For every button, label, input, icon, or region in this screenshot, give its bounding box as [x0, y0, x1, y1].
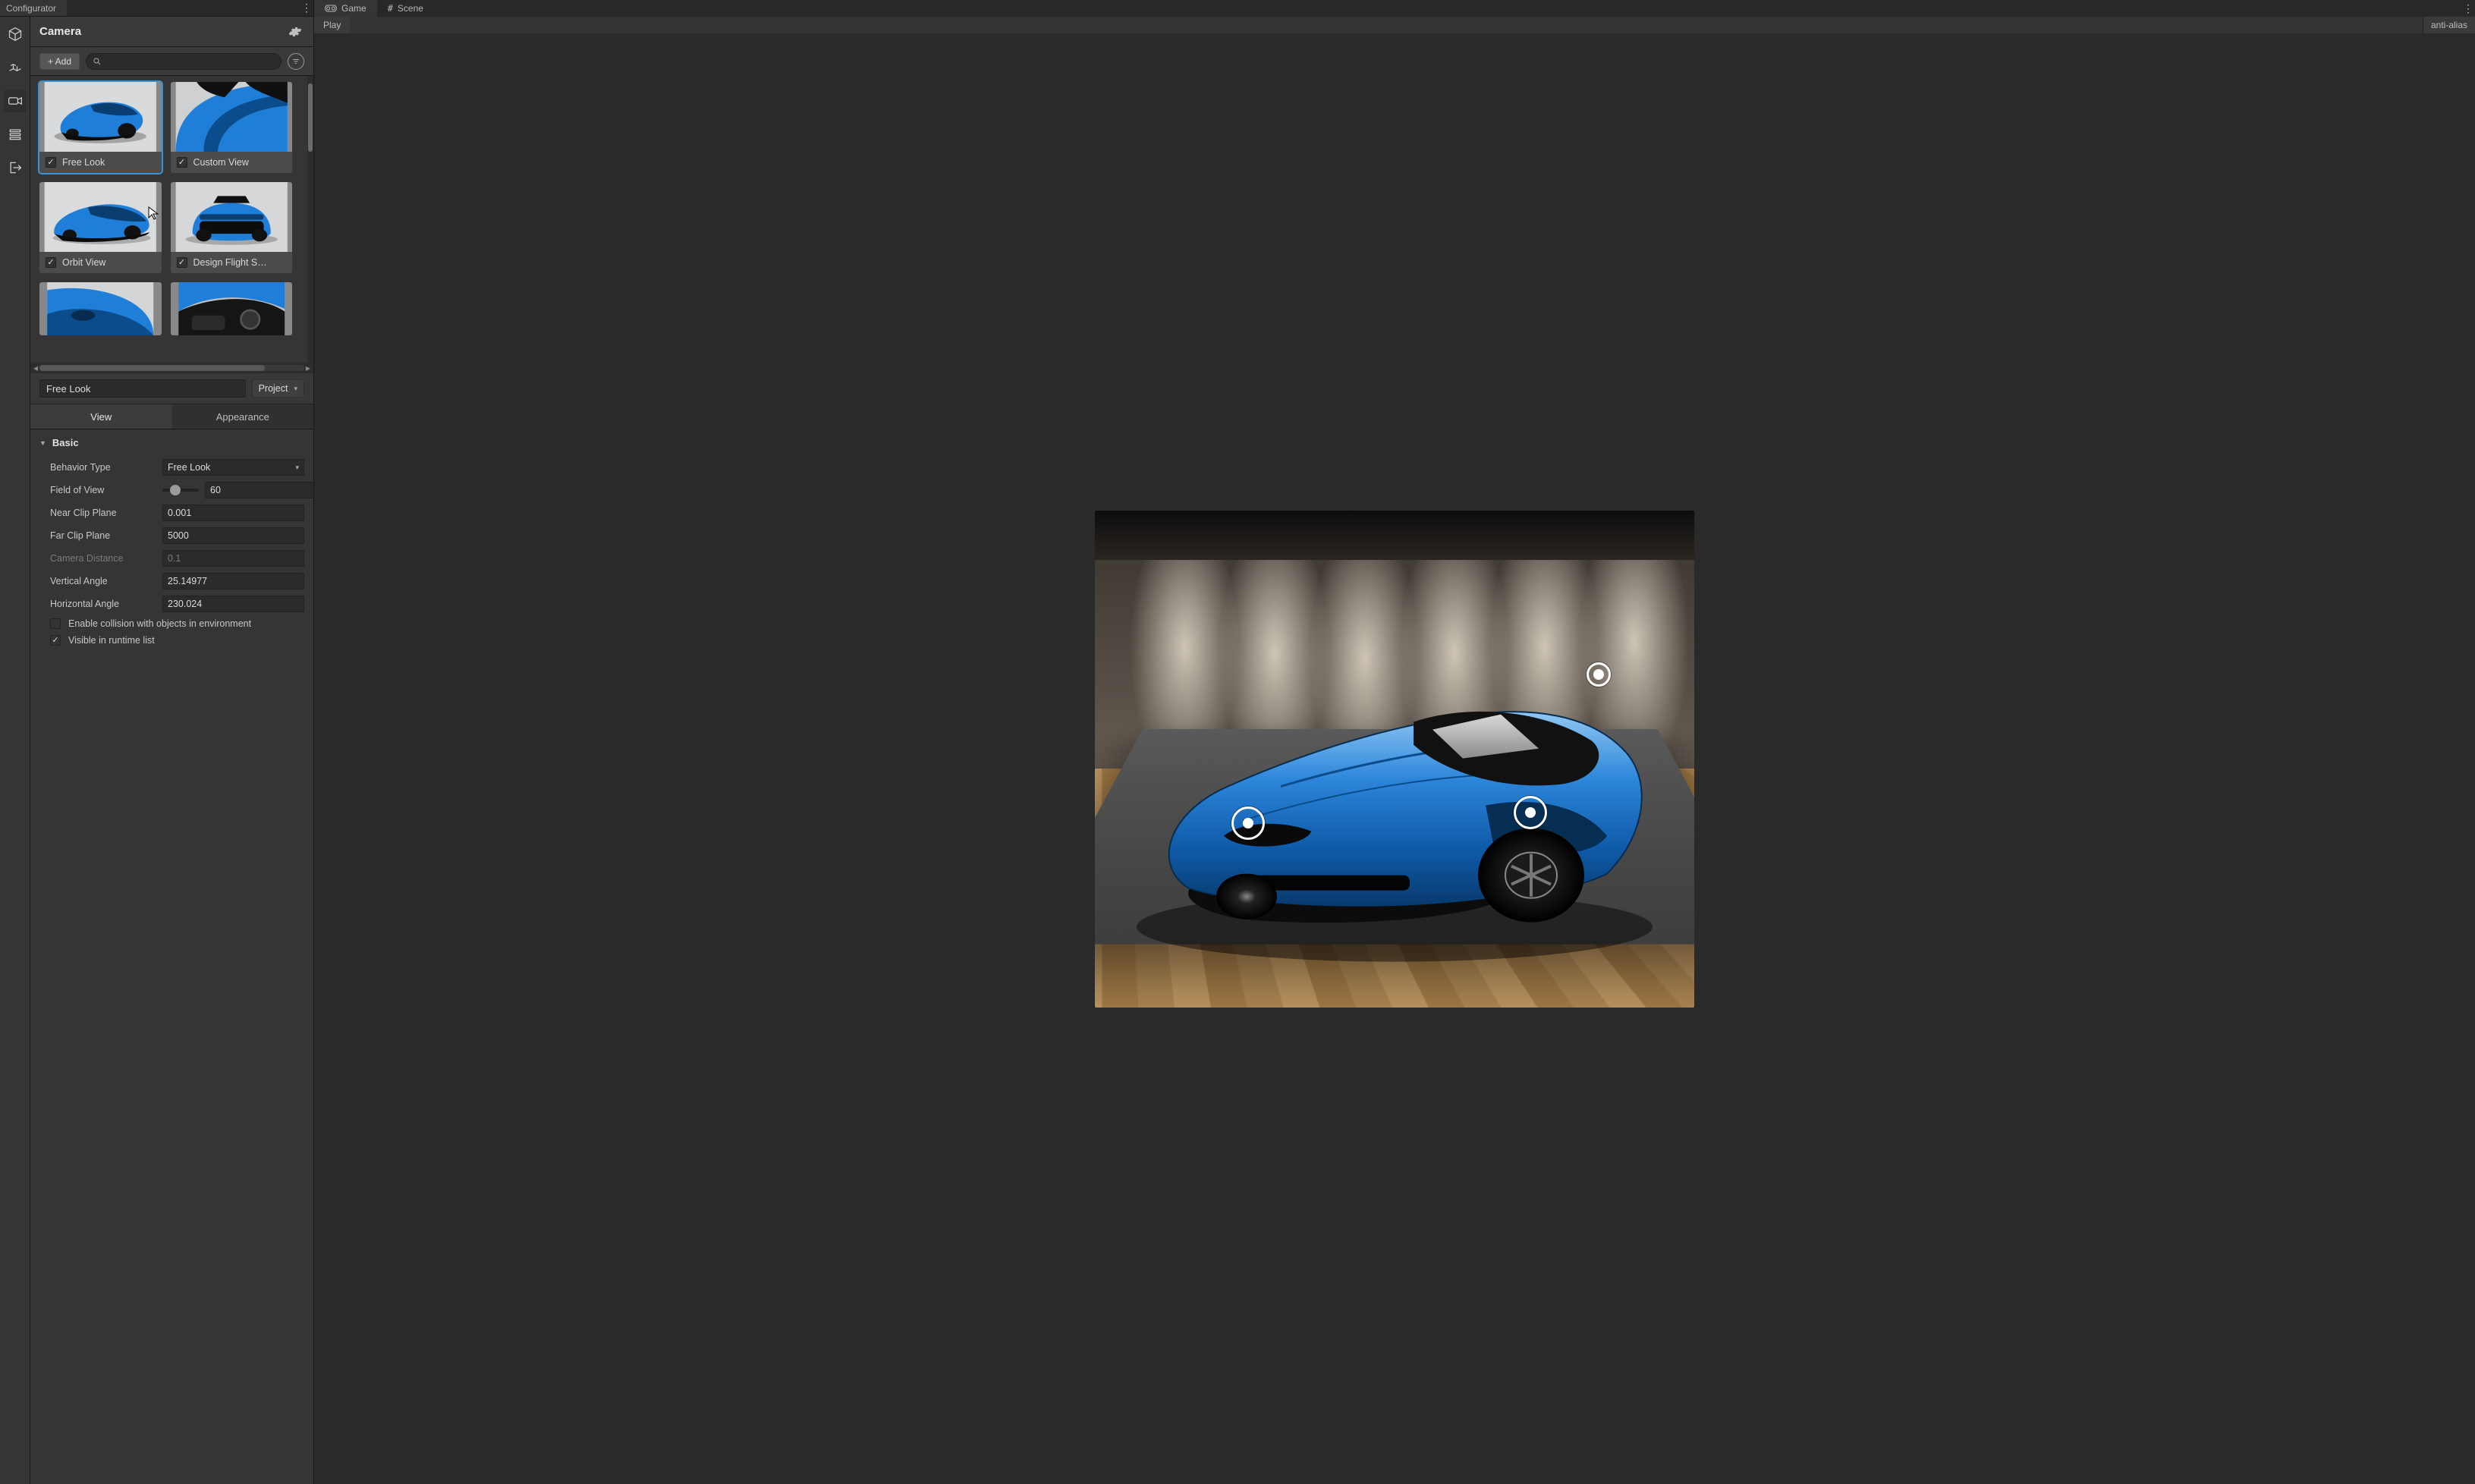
fov-slider[interactable] — [162, 489, 199, 492]
label-far-clip: Far Clip Plane — [50, 530, 156, 541]
camera-visible-checkbox[interactable] — [46, 257, 56, 268]
foldout-caret-icon: ▼ — [39, 439, 46, 447]
enable-collision-label: Enable collision with objects in environ… — [68, 618, 251, 629]
filter-icon[interactable] — [288, 53, 304, 70]
camera-thumbnail — [39, 282, 162, 335]
camera-distance-field — [162, 550, 304, 567]
near-clip-field[interactable] — [162, 505, 304, 521]
game-tabbar: Game # Scene ⋮ — [314, 0, 2475, 17]
camera-thumbnail — [171, 82, 293, 152]
rail-exit-icon[interactable] — [4, 156, 27, 179]
configurator-tabbar: Configurator ⋮ — [0, 0, 313, 17]
camera-name-field[interactable] — [39, 379, 246, 398]
enable-collision-checkbox[interactable] — [50, 618, 61, 629]
anti-alias-dropdown[interactable]: anti-alias — [2423, 17, 2475, 33]
camera-grid-scrollbar[interactable] — [307, 76, 313, 363]
game-tab-menu-icon[interactable]: ⋮ — [2461, 0, 2475, 17]
search-input[interactable] — [86, 53, 281, 70]
horizontal-angle-field[interactable] — [162, 596, 304, 612]
tab-scene[interactable]: # Scene — [377, 0, 434, 17]
subtab-appearance[interactable]: Appearance — [172, 404, 314, 429]
add-button[interactable]: + Add — [39, 53, 80, 70]
game-toolbar: Play anti-alias — [314, 17, 2475, 33]
project-dropdown[interactable]: Project — [252, 379, 304, 398]
label-fov: Field of View — [50, 485, 156, 495]
camera-label: Free Look — [62, 157, 105, 168]
camera-label: Design Flight S… — [193, 257, 267, 268]
gear-icon[interactable] — [286, 23, 304, 41]
hash-icon: # — [388, 3, 393, 14]
panel-header: Camera — [30, 17, 313, 47]
configurator-panel: Configurator ⋮ Camera — [0, 0, 314, 1484]
label-horizontal-angle: Horizontal Angle — [50, 599, 156, 609]
camera-card[interactable]: Free Look — [39, 82, 162, 173]
render-view — [1095, 511, 1694, 1008]
camera-visible-checkbox[interactable] — [177, 157, 187, 168]
camera-card[interactable] — [171, 282, 293, 335]
hotspot-wheel[interactable] — [1514, 796, 1547, 829]
behavior-type-dropdown[interactable]: Free Look — [162, 459, 304, 476]
mode-rail — [0, 17, 30, 1484]
label-behavior-type: Behavior Type — [50, 462, 156, 473]
camera-card[interactable]: Orbit View — [39, 182, 162, 273]
camera-thumbnail — [171, 282, 293, 335]
hscroll-right-icon[interactable]: ▶ — [304, 365, 312, 372]
panel-title: Camera — [39, 25, 81, 38]
vr-icon — [325, 5, 337, 12]
game-panel: Game # Scene ⋮ Play anti-alias — [314, 0, 2475, 1484]
camera-thumbnail — [39, 182, 162, 252]
rail-context-icon[interactable] — [4, 56, 27, 79]
car-render — [1106, 593, 1683, 988]
search-icon — [93, 57, 102, 66]
play-button[interactable]: Play — [314, 17, 350, 33]
tab-game[interactable]: Game — [314, 0, 377, 17]
tab-menu-icon[interactable]: ⋮ — [300, 0, 313, 16]
camera-grid-hscroll[interactable]: ◀ ▶ — [30, 363, 313, 373]
rail-camera-icon[interactable] — [4, 90, 27, 112]
camera-grid[interactable]: Free Look Custom View Orbit View Design … — [30, 76, 307, 363]
label-camera-distance: Camera Distance — [50, 553, 156, 564]
search-field[interactable] — [106, 56, 275, 67]
camera-visible-checkbox[interactable] — [177, 257, 187, 268]
rail-product-icon[interactable] — [4, 23, 27, 46]
visible-runtime-checkbox[interactable] — [50, 635, 61, 646]
foldout-basic[interactable]: ▼ Basic — [30, 429, 313, 456]
camera-label: Custom View — [193, 157, 249, 168]
rail-stages-icon[interactable] — [4, 123, 27, 146]
hotspot-front[interactable] — [1231, 806, 1265, 840]
camera-visible-checkbox[interactable] — [46, 157, 56, 168]
label-vertical-angle: Vertical Angle — [50, 576, 156, 586]
far-clip-field[interactable] — [162, 527, 304, 544]
camera-card[interactable]: Custom View — [171, 82, 293, 173]
camera-card[interactable]: Design Flight S… — [171, 182, 293, 273]
visible-runtime-label: Visible in runtime list — [68, 635, 155, 646]
vertical-angle-field[interactable] — [162, 573, 304, 590]
subtab-view[interactable]: View — [30, 404, 172, 429]
camera-thumbnail — [39, 82, 162, 152]
camera-label: Orbit View — [62, 257, 105, 268]
label-near-clip: Near Clip Plane — [50, 508, 156, 518]
properties-view[interactable]: ▼ Basic Behavior Type Free Look Field of… — [30, 429, 313, 1484]
hscroll-left-icon[interactable]: ◀ — [32, 365, 39, 372]
tab-configurator[interactable]: Configurator — [0, 0, 67, 16]
camera-card[interactable] — [39, 282, 162, 335]
camera-thumbnail — [171, 182, 293, 252]
fov-field[interactable] — [205, 482, 313, 498]
game-viewport[interactable] — [314, 33, 2475, 1484]
hotspot-rear[interactable] — [1587, 662, 1611, 687]
